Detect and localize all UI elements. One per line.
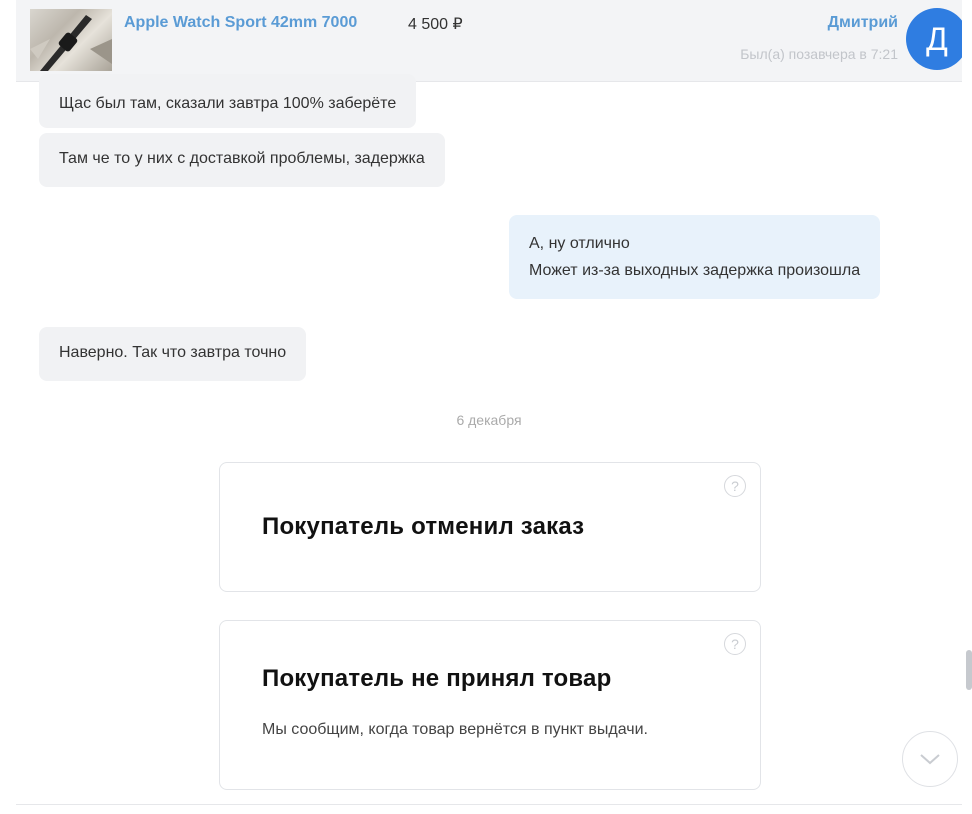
message-incoming: Щас был там, сказали завтра 100% заберёт…	[39, 74, 417, 128]
divider	[16, 804, 962, 805]
message-text: Там че то у них с доставкой проблемы, за…	[59, 150, 425, 167]
date-divider: 6 декабря	[456, 412, 522, 428]
message-text: А, ну отлично	[529, 235, 630, 252]
product-price: 4 500 ₽	[408, 16, 463, 33]
message-text: Щас был там, сказали завтра 100% заберёт…	[59, 95, 397, 112]
seller-status: Был(а) позавчера в 7:21	[740, 46, 898, 62]
message-incoming: Наверно. Так что завтра точно	[39, 327, 307, 381]
scrollbar-track[interactable]	[964, 90, 972, 804]
scroll-down-button[interactable]	[902, 731, 958, 787]
status-card-text: Мы сообщим, когда товар вернётся в пункт…	[262, 721, 648, 738]
status-card-not-accepted: ? Покупатель не принял товар Мы сообщим,…	[219, 620, 761, 790]
status-card-order-cancelled: ? Покупатель отменил заказ	[219, 462, 761, 592]
product-title-link[interactable]: Apple Watch Sport 42mm 7000	[124, 14, 357, 32]
question-circle-icon[interactable]: ?	[724, 633, 746, 655]
message-outgoing: А, ну отлично Может из-за выходных задер…	[509, 215, 881, 299]
status-card-title: Покупатель отменил заказ	[262, 513, 585, 540]
chevron-down-icon	[920, 754, 940, 765]
status-card-title: Покупатель не принял товар	[262, 665, 612, 692]
message-text: Наверно. Так что завтра точно	[59, 344, 287, 361]
question-circle-icon[interactable]: ?	[724, 475, 746, 497]
message-incoming: Там че то у них с доставкой проблемы, за…	[39, 133, 445, 187]
chat-window: Apple Watch Sport 42mm 7000 4 500 ₽ Дмит…	[16, 0, 962, 804]
seller-name-link[interactable]: Дмитрий	[828, 14, 898, 32]
seller-avatar[interactable]: Д	[906, 8, 962, 70]
chat-header: Apple Watch Sport 42mm 7000 4 500 ₽ Дмит…	[16, 0, 962, 82]
message-text: Может из-за выходных задержка произошла	[529, 262, 861, 279]
scrollbar-thumb[interactable]	[966, 650, 972, 690]
product-thumbnail[interactable]	[30, 9, 112, 71]
